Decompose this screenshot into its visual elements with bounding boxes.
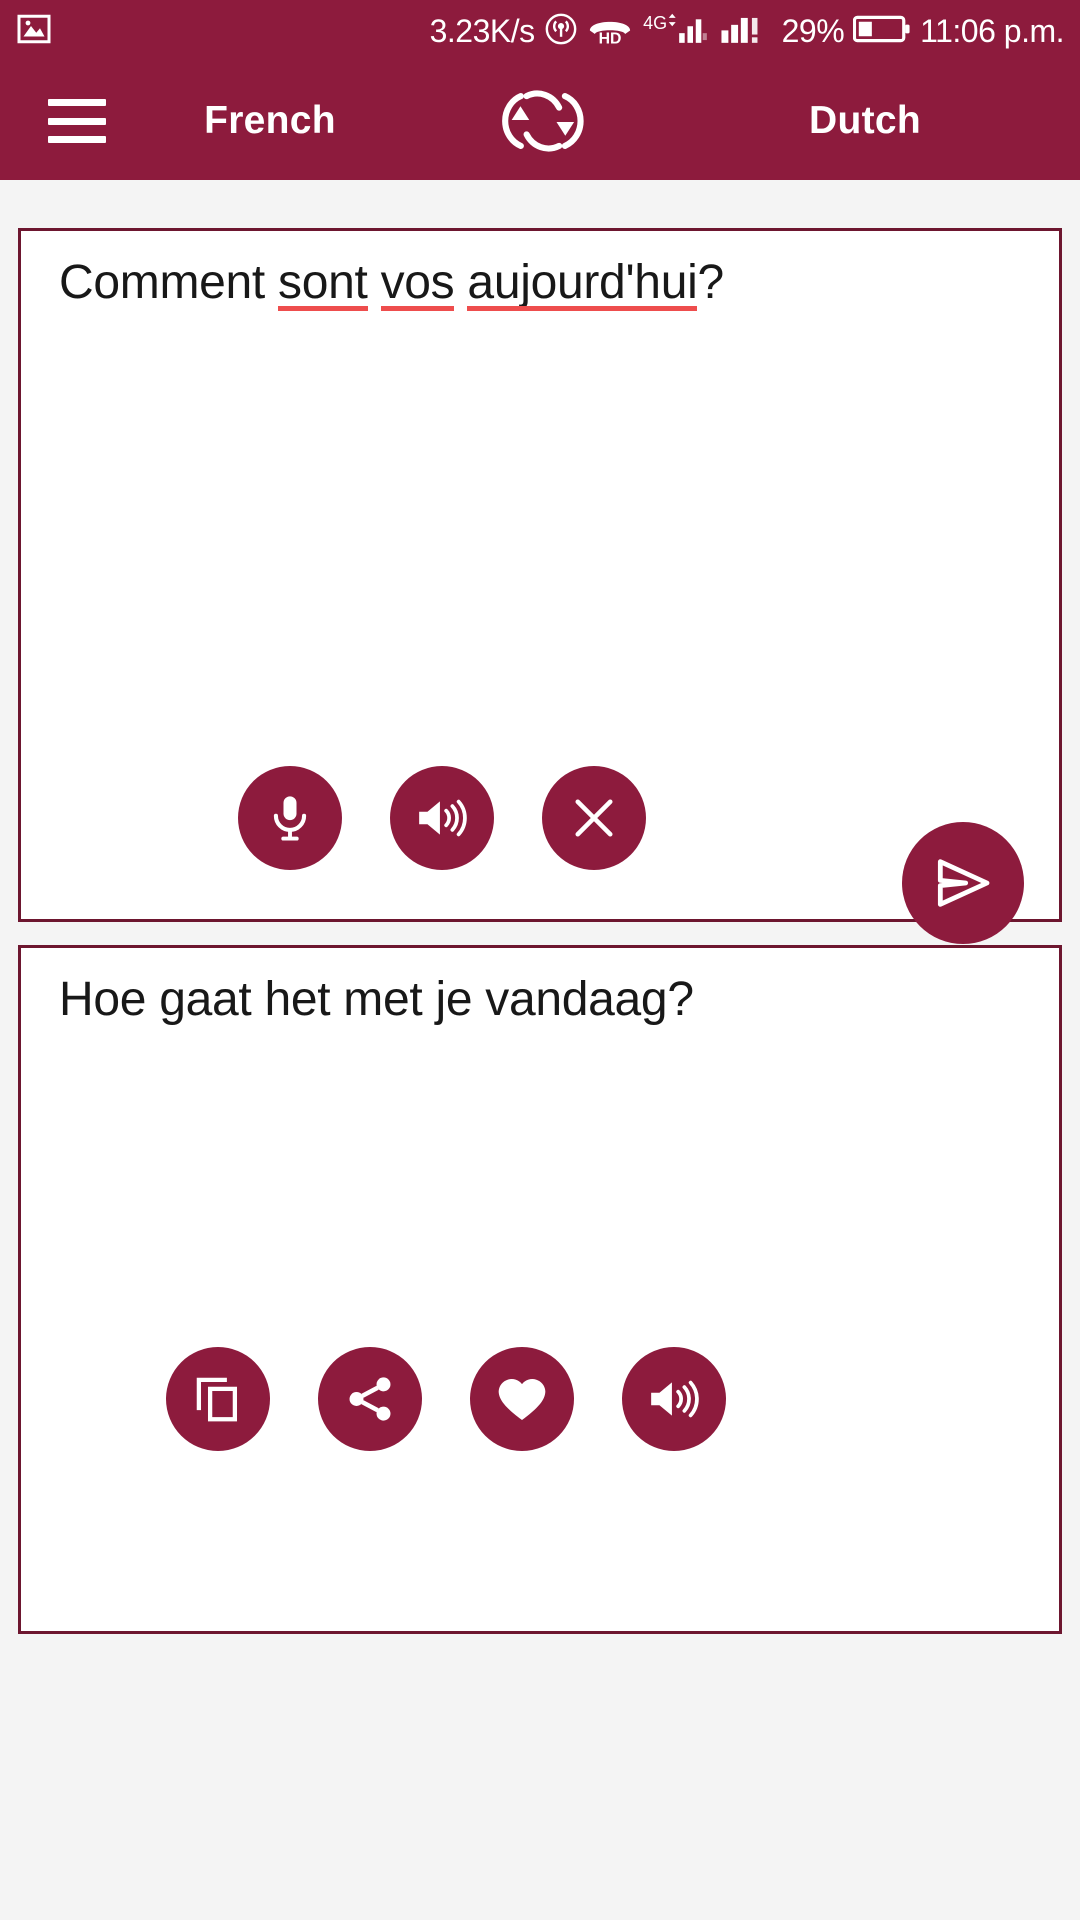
speak-target-button[interactable]	[622, 1347, 726, 1451]
translation-app-screen: 3.23K/s HD 4G 29% 11:06 p.m. French Dutc…	[0, 0, 1080, 1920]
target-language-selector[interactable]: Dutch	[650, 99, 1080, 143]
clock-text: 11:06 p.m.	[920, 13, 1064, 49]
favorite-button[interactable]	[470, 1347, 574, 1451]
copy-button[interactable]	[166, 1347, 270, 1451]
hd-call-icon: HD	[587, 13, 633, 50]
network-type-icon: 4G	[642, 11, 708, 52]
source-actions-row	[238, 766, 646, 870]
network-speed-text: 3.23K/s	[429, 13, 536, 49]
source-language-selector[interactable]: French	[0, 99, 540, 143]
status-bar-right: 3.23K/s HD 4G 29% 11:06 p.m.	[429, 11, 1065, 52]
gallery-icon	[16, 11, 52, 52]
translated-text: Hoe gaat het met je vandaag?	[59, 973, 694, 1026]
source-text-input[interactable]: Comment sont vos aujourd'hui?	[59, 253, 1021, 313]
status-bar-left	[16, 11, 52, 52]
swap-languages-button[interactable]	[494, 75, 586, 167]
misspelled-word[interactable]: aujourd'hui	[467, 253, 698, 313]
share-button[interactable]	[318, 1347, 422, 1451]
status-bar: 3.23K/s HD 4G 29% 11:06 p.m.	[0, 0, 1080, 62]
target-actions-row	[166, 1347, 726, 1451]
svg-text:4G: 4G	[643, 13, 667, 33]
speak-source-button[interactable]	[390, 766, 494, 870]
signal-bars-icon	[717, 11, 773, 52]
target-text-card: Hoe gaat het met je vandaag?	[18, 945, 1062, 1634]
hotspot-icon	[544, 12, 578, 51]
svg-text:HD: HD	[598, 30, 621, 45]
battery-icon	[853, 13, 911, 50]
microphone-button[interactable]	[238, 766, 342, 870]
translate-send-button[interactable]	[902, 822, 1024, 944]
app-bar: French Dutch	[0, 62, 1080, 180]
battery-percent-text: 29%	[781, 13, 845, 49]
misspelled-word[interactable]: sont	[278, 253, 368, 313]
misspelled-word[interactable]: vos	[380, 253, 455, 313]
clear-button[interactable]	[542, 766, 646, 870]
